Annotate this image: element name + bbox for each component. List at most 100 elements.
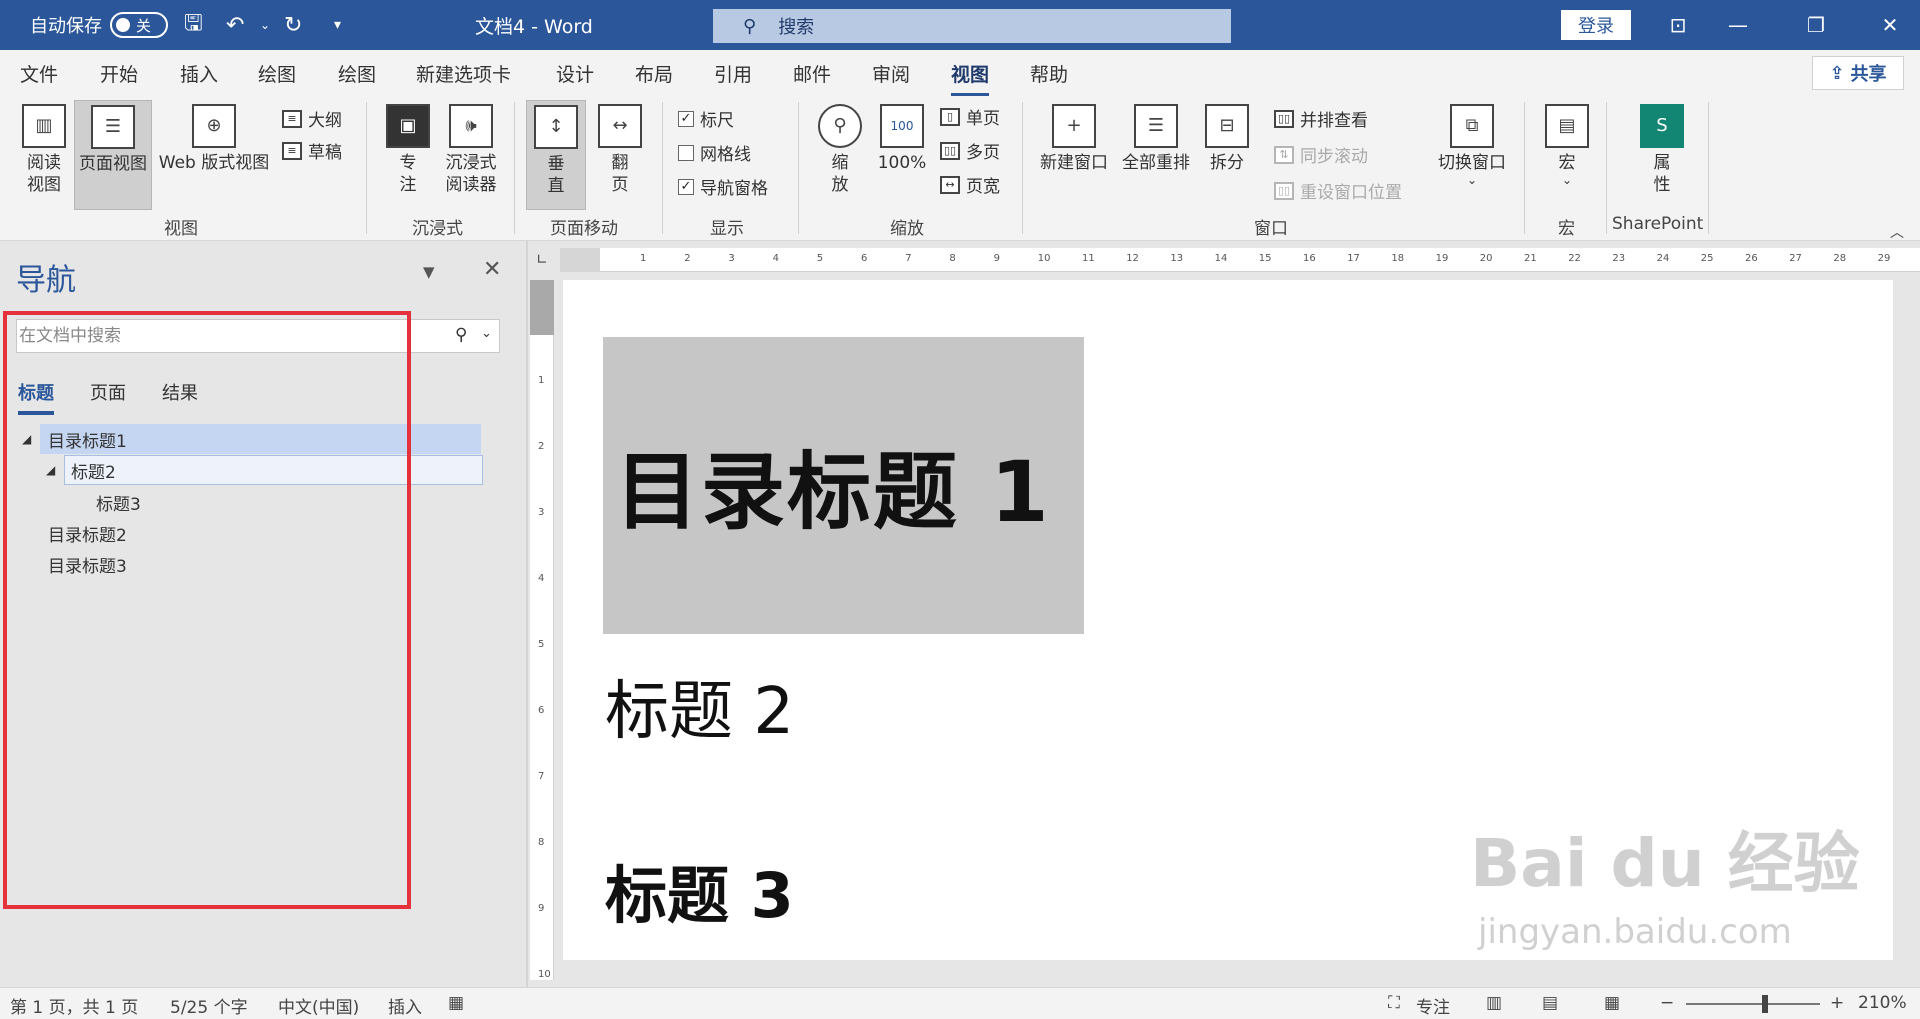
page-width-button[interactable]: ↔ 页宽 [940,172,1000,197]
tree-item-h1[interactable]: 目录标题1 [40,424,481,454]
ruler-left-margin [560,248,600,272]
group-separator [798,102,799,234]
ruler-tick-label: 4 [538,573,545,584]
web-layout-button[interactable]: ⊕ Web 版式视图 [154,104,274,174]
tab-references[interactable]: 引用 [714,60,752,87]
tab-home[interactable]: 开始 [100,60,138,87]
new-window-button[interactable]: + 新建窗口 [1034,104,1114,174]
close-pane-icon[interactable]: ✕ [483,257,501,282]
share-button[interactable]: ⇪ 共享 [1812,56,1904,90]
print-layout-icon[interactable]: ▤ [1542,993,1558,1013]
nav-pane-checkbox[interactable]: ✓ 导航窗格 [678,174,768,199]
zoom-100-button[interactable]: 100 100% [872,104,932,174]
group-label-immersive: 沉浸式 [412,219,463,239]
minimize-icon[interactable]: — [1708,0,1768,50]
language-status[interactable]: 中文(中国) [278,993,359,1018]
tree-collapse-icon[interactable]: ◢ [22,432,31,446]
tree-collapse-icon[interactable]: ◢ [46,463,55,477]
tree-item-h1-3[interactable]: 目录标题3 [46,549,127,579]
ruler-tick-label: 10 [1037,253,1051,264]
zoom-slider-thumb[interactable] [1762,995,1768,1013]
macros-button[interactable]: ▤ 宏 ⌄ [1540,104,1594,186]
nav-tab-results[interactable]: 结果 [162,379,198,405]
tab-draw[interactable]: 绘图 [258,60,296,87]
tab-review[interactable]: 审阅 [872,60,910,87]
properties-button[interactable]: S 属 性 [1634,104,1690,196]
tab-mailings[interactable]: 邮件 [793,60,831,87]
search-icon[interactable]: ⚲ [455,325,467,345]
web-layout-icon[interactable]: ▦ [1604,993,1620,1013]
tab-view[interactable]: 视图 [951,60,990,96]
vertical-button[interactable]: ↕ 垂 直 [526,100,586,210]
collapse-ribbon-icon[interactable]: ︿ [1890,222,1904,242]
focus-mode-icon[interactable]: ⛶ [1388,993,1400,1013]
side-to-side-button[interactable]: ↔ 翻 页 [590,104,650,196]
immersive-reader-button[interactable]: 🕪 沉浸式 阅读器 [438,104,504,196]
outline-button[interactable]: ≡ 大纲 [282,106,342,131]
ribbon-display-options-icon[interactable]: ⊡ [1648,0,1708,50]
nav-tab-headings[interactable]: 标题 [18,379,54,415]
tab-file[interactable]: 文件 [20,60,58,87]
tab-help[interactable]: 帮助 [1030,60,1068,87]
insert-mode[interactable]: 插入 [388,993,422,1018]
tab-layout[interactable]: 布局 [635,60,673,87]
ruler-checkbox[interactable]: ✓ 标尺 [678,106,734,131]
outline-icon: ≡ [282,109,302,128]
tab-selector-icon[interactable]: ∟ [530,248,554,272]
autosave-toggle[interactable]: 关 [110,12,168,38]
multiple-pages-button[interactable]: ▯▯ 多页 [940,138,1000,163]
chevron-down-icon[interactable]: ⌄ [481,326,492,341]
tree-item-h3[interactable]: 标题3 [94,487,141,517]
sync-scroll-button[interactable]: ⇅ 同步滚动 [1274,142,1368,167]
document-page[interactable]: 目录标题 1 标题 2 标题 3 [563,280,1893,960]
redo-icon[interactable]: ↻ [284,0,302,50]
horizontal-ruler[interactable]: 1 2 3 4 5 6 7 8 9 10 11 12 13 14 15 16 17 18 19 20 21 22 23 24 2… [560,248,1920,272]
tab-draw-2[interactable]: 绘图 [338,60,376,87]
customize-toolbar-icon[interactable]: ▾ [334,0,341,50]
pane-options-icon[interactable]: ▼ [423,263,435,281]
zoom-button[interactable]: ⚲ 缩 放 [812,104,868,196]
switch-windows-button[interactable]: ⧉ 切换窗口 ⌄ [1430,104,1514,186]
restore-icon[interactable]: ❐ [1786,0,1846,50]
close-icon[interactable]: ✕ [1860,0,1920,50]
tab-new-tab[interactable]: 新建选项卡 [416,60,511,87]
login-button[interactable]: 登录 [1561,10,1631,40]
focus-mode-label[interactable]: 专注 [1416,993,1450,1018]
accessibility-icon[interactable]: ▦ [448,993,464,1013]
zoom-slider-track[interactable] [1686,1003,1820,1005]
heading1-block[interactable]: 目录标题 1 [603,337,1084,634]
tree-item-h1-2[interactable]: 目录标题2 [46,518,127,548]
undo-icon[interactable]: ↶ [226,0,244,50]
zoom-level[interactable]: 210% [1858,993,1907,1013]
read-mode-button[interactable]: ▥ 阅读 视图 [14,104,74,196]
nav-tab-pages[interactable]: 页面 [90,379,126,405]
tab-insert[interactable]: 插入 [180,60,218,87]
arrange-all-button[interactable]: ☰ 全部重排 [1116,104,1196,174]
zoom-in-icon[interactable]: + [1830,993,1844,1013]
side-by-side-button[interactable]: ▯▯ 并排查看 [1274,106,1368,131]
tab-design[interactable]: 设计 [556,60,594,87]
pane-splitter[interactable] [526,241,528,987]
split-button[interactable]: ⊟ 拆分 [1198,104,1256,174]
read-mode-icon[interactable]: ▥ [1486,993,1502,1013]
gridlines-checkbox[interactable]: 网格线 [678,140,751,165]
one-page-button[interactable]: ▯ 单页 [940,104,1000,129]
page-count[interactable]: 第 1 页，共 1 页 [10,993,138,1018]
tree-item-h2[interactable]: 标题2 [64,455,483,485]
nav-search-input[interactable] [19,322,409,350]
print-layout-button[interactable]: ☰ 页面视图 [74,100,152,210]
save-icon[interactable]: 🖫 [184,0,203,50]
heading2-text[interactable]: 标题 2 [605,660,794,752]
page-icon: ☰ [91,105,135,149]
search-box[interactable]: ⚲ 搜索 [713,9,1231,43]
word-count[interactable]: 5/25 个字 [170,993,248,1018]
draft-button[interactable]: ≡ 草稿 [282,138,342,163]
undo-dropdown-icon[interactable]: ⌄ [260,0,270,50]
ruler-tick-label: 11 [1082,253,1095,264]
focus-button[interactable]: ▣ 专 注 [380,104,436,196]
reset-window-position-button[interactable]: ▯▯ 重设窗口位置 [1274,178,1402,203]
zoom-out-icon[interactable]: − [1660,993,1674,1013]
vertical-scrollbar[interactable] [1908,280,1920,985]
vertical-ruler[interactable]: 1 2 3 4 5 6 7 8 9 10 [530,280,554,980]
heading3-text[interactable]: 标题 3 [605,845,794,935]
